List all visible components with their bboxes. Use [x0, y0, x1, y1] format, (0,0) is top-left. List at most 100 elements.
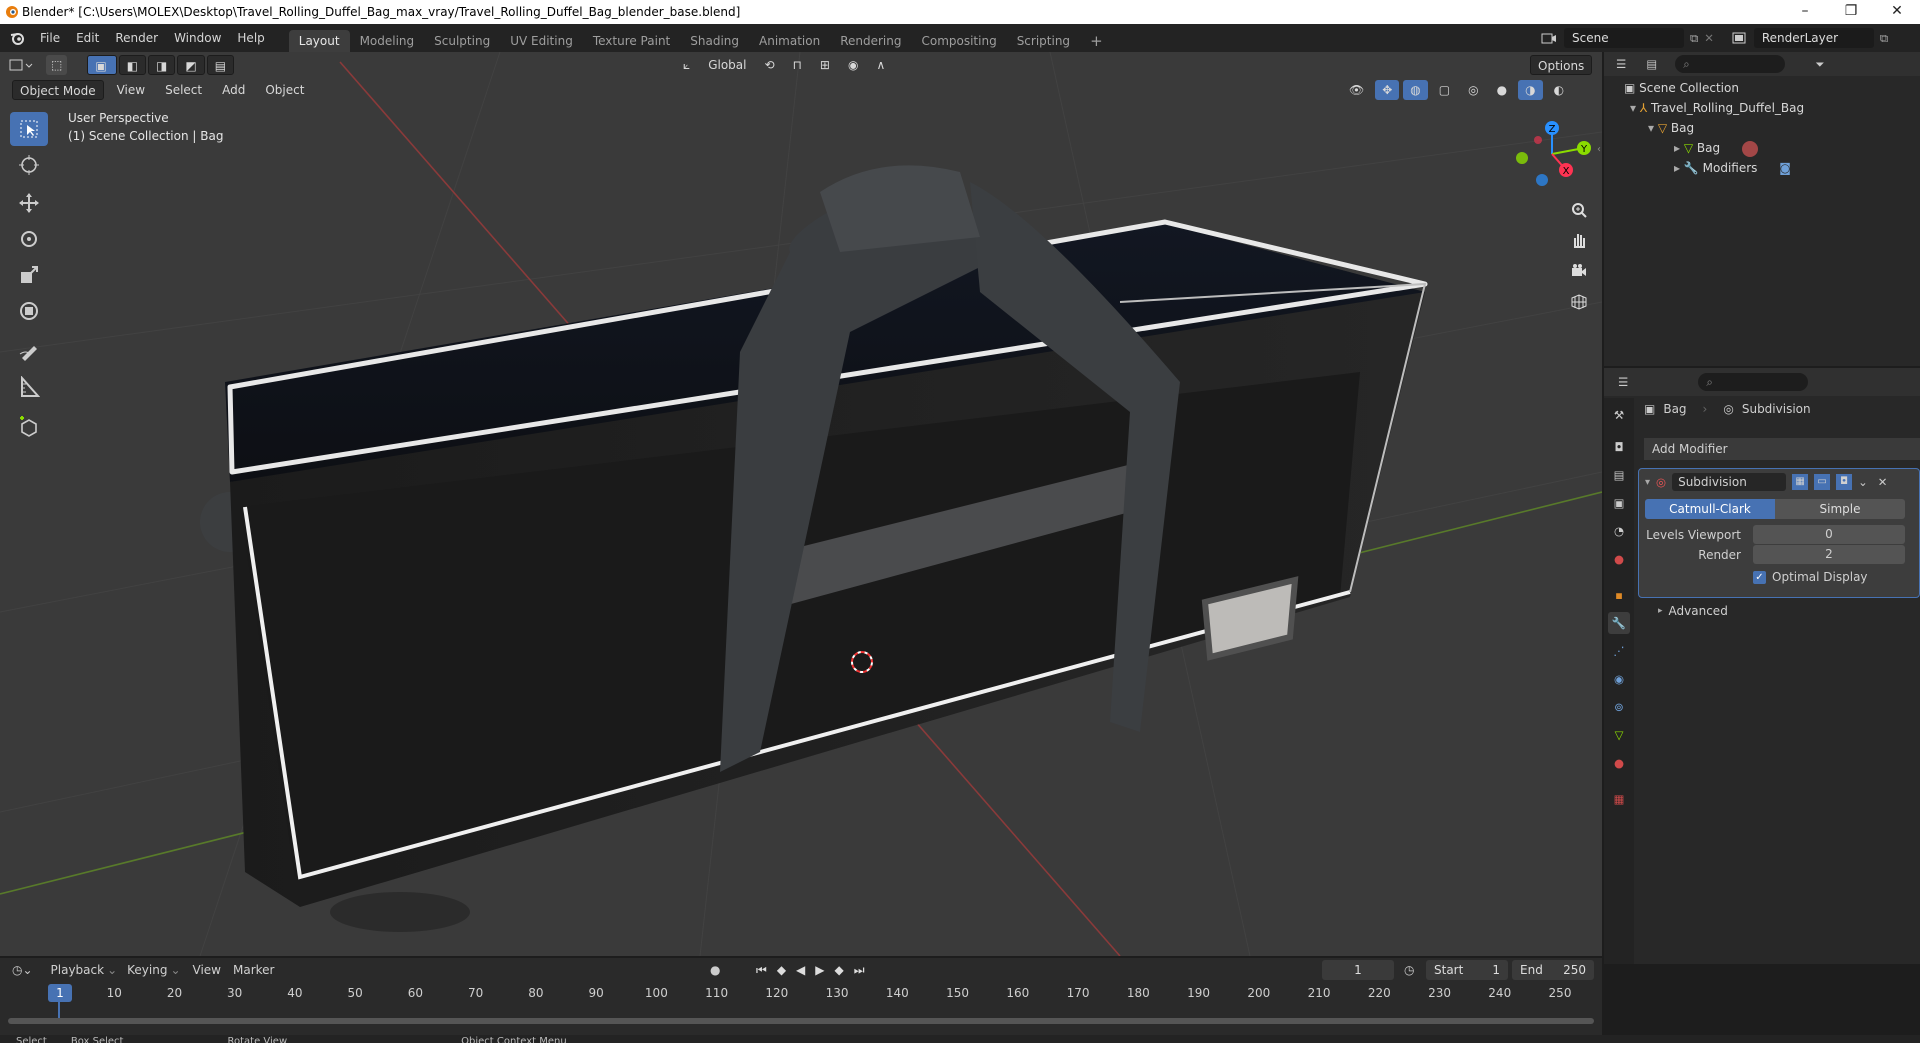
properties-search-input[interactable]: ⌕ — [1698, 373, 1809, 391]
shading-wireframe-icon[interactable]: ◎ — [1461, 80, 1485, 100]
constraints-tab-icon[interactable]: ⊚ — [1608, 696, 1630, 718]
transform-orientation-icon[interactable]: ⟀ — [676, 55, 697, 75]
particles-tab-icon[interactable]: ⋰ — [1608, 640, 1630, 662]
annotate-tool[interactable] — [10, 334, 48, 368]
simple-option[interactable]: Simple — [1775, 499, 1905, 519]
transform-tool[interactable] — [10, 294, 48, 328]
render-toggle-icon[interactable]: ◘ — [1836, 474, 1853, 490]
timeline-editor-type-icon[interactable]: ◷⌄ — [12, 963, 33, 977]
select-mode-tweak-icon[interactable]: ⬚ — [46, 55, 68, 75]
optimal-display-checkbox[interactable]: ✓ — [1753, 570, 1766, 584]
menu-playback[interactable]: Playback — [51, 963, 105, 977]
minimize-button[interactable]: – — [1782, 0, 1828, 24]
menu-file[interactable]: File — [32, 24, 68, 52]
collapse-arrow-icon[interactable]: ▸ — [1674, 141, 1680, 155]
object-mode-dropdown[interactable]: Object Mode — [12, 80, 104, 100]
viewport-toggle-icon[interactable]: ▭ — [1814, 474, 1831, 490]
outliner-row-travel-bag[interactable]: ▾ ⅄ Travel_Rolling_Duffel_Bag — [1604, 98, 1920, 118]
tab-compositing[interactable]: Compositing — [911, 30, 1006, 52]
rotate-tool[interactable] — [10, 222, 48, 256]
collapse-arrow-icon[interactable]: ▸ — [1674, 161, 1680, 175]
tab-rendering[interactable]: Rendering — [830, 30, 911, 52]
outliner-search-input[interactable]: ⌕ — [1675, 55, 1786, 73]
modifier-name-input[interactable]: Subdivision — [1672, 473, 1787, 491]
scale-tool[interactable] — [10, 258, 48, 292]
cursor-tool[interactable] — [10, 148, 48, 182]
material-tab-icon[interactable]: ● — [1608, 752, 1630, 774]
options-dropdown[interactable]: Options — [1530, 55, 1593, 75]
subdivision-modifier-icon[interactable]: ◙ — [1779, 161, 1791, 175]
timeline-scrollbar[interactable] — [8, 1018, 1594, 1024]
menu-render[interactable]: Render — [107, 24, 166, 52]
modifier-menu-icon[interactable]: ⌄ — [1858, 475, 1868, 489]
menu-edit[interactable]: Edit — [68, 24, 107, 52]
output-tab-icon[interactable]: ▤ — [1608, 464, 1630, 486]
menu-window[interactable]: Window — [166, 24, 229, 52]
view-layer-tab-icon[interactable]: ▣ — [1608, 492, 1630, 514]
proportional-edit-icon[interactable]: ◉ — [841, 55, 865, 75]
collapse-region-icon[interactable]: ‹ — [1597, 144, 1601, 155]
shading-rendered-icon[interactable]: ◐ — [1547, 80, 1571, 100]
tab-scripting[interactable]: Scripting — [1007, 30, 1080, 52]
pan-hand-icon[interactable] — [1566, 227, 1592, 253]
snap-increment-icon[interactable]: ⊞ — [813, 55, 837, 75]
menu-select[interactable]: Select — [158, 80, 209, 100]
new-scene-icon[interactable]: ⧉ — [1690, 31, 1698, 46]
shading-material-icon[interactable]: ◑ — [1518, 80, 1543, 100]
material-icon[interactable] — [1741, 140, 1758, 157]
advanced-subpanel[interactable]: ▸ Advanced — [1658, 604, 1728, 618]
visibility-eye-icon[interactable]: 👁 — [1342, 80, 1371, 100]
outliner-row-scene-collection[interactable]: ▣ Scene Collection — [1604, 78, 1920, 98]
scene-icon[interactable] — [1540, 30, 1558, 46]
close-window-button[interactable]: ✕ — [1874, 0, 1920, 24]
3d-viewport[interactable]: User Perspective (1) Scene Collection | … — [0, 52, 1602, 956]
menu-add[interactable]: Add — [215, 80, 252, 100]
edit-mode-toggle-icon[interactable]: ▦ — [1792, 474, 1809, 490]
expand-arrow-icon[interactable]: ▾ — [1630, 101, 1636, 115]
add-workspace-button[interactable]: + — [1080, 30, 1113, 52]
shading-solid-icon[interactable]: ● — [1490, 80, 1514, 100]
select-new-icon[interactable]: ▣ — [87, 55, 117, 75]
select-subtract-icon[interactable]: ◨ — [148, 55, 176, 75]
outliner-editor-type-icon[interactable]: ☰ — [1616, 57, 1626, 71]
menu-timeline-view[interactable]: View — [193, 963, 221, 977]
outliner-row-modifiers[interactable]: ▸ 🔧 Modifiers ◙ — [1604, 158, 1920, 178]
physics-tab-icon[interactable]: ◉ — [1608, 668, 1630, 690]
proportional-falloff-icon[interactable]: ∧ — [869, 55, 892, 75]
filter-icon[interactable]: ⏷ — [1815, 57, 1824, 72]
texture-tab-icon[interactable]: ▦ — [1608, 788, 1630, 810]
move-tool[interactable] — [10, 186, 48, 220]
snap-toggle-icon[interactable]: ⊓ — [786, 55, 809, 75]
display-mode-icon[interactable]: ▤ — [1646, 57, 1657, 71]
menu-help[interactable]: Help — [229, 24, 272, 52]
modifier-tab-icon[interactable]: 🔧 — [1608, 612, 1630, 634]
collapse-panel-icon[interactable]: ▾ — [1645, 477, 1650, 488]
editor-type-icon[interactable] — [8, 56, 36, 74]
world-tab-icon[interactable]: ● — [1608, 548, 1630, 570]
add-modifier-button[interactable]: Add Modifier — [1644, 438, 1920, 460]
expand-arrow-icon[interactable]: ▾ — [1648, 121, 1654, 135]
object-tab-icon[interactable]: ▪ — [1608, 584, 1630, 606]
tab-sculpting[interactable]: Sculpting — [424, 30, 500, 52]
outliner-row-bag-mesh[interactable]: ▸ ▽ Bag — [1604, 138, 1920, 158]
properties-editor-type-icon[interactable]: ☰ — [1618, 375, 1628, 389]
record-keyframe-icon[interactable]: ● — [710, 963, 720, 977]
tab-texture-paint[interactable]: Texture Paint — [583, 30, 680, 52]
tab-shading[interactable]: Shading — [680, 30, 749, 52]
data-tab-icon[interactable]: ▽ — [1608, 724, 1630, 746]
select-extend-icon[interactable]: ◧ — [118, 55, 147, 75]
duffel-bag-model[interactable] — [200, 165, 1428, 932]
camera-view-icon[interactable] — [1566, 258, 1592, 284]
render-tab-icon[interactable]: ◘ — [1608, 436, 1630, 458]
add-cube-tool[interactable] — [10, 410, 48, 444]
menu-keying[interactable]: Keying — [127, 963, 167, 977]
zoom-icon[interactable] — [1566, 197, 1592, 223]
transform-orientation-dropdown[interactable]: Global — [701, 55, 753, 75]
remove-modifier-icon[interactable]: ✕ — [1878, 475, 1888, 489]
measure-tool[interactable] — [10, 370, 48, 404]
pivot-point-icon[interactable]: ⟲ — [757, 55, 781, 75]
view-layer-icon[interactable] — [1730, 30, 1748, 46]
tab-layout[interactable]: Layout — [288, 30, 350, 52]
outliner-row-bag-object[interactable]: ▾ ▽ Bag — [1604, 118, 1920, 138]
ortho-grid-icon[interactable] — [1566, 289, 1592, 315]
